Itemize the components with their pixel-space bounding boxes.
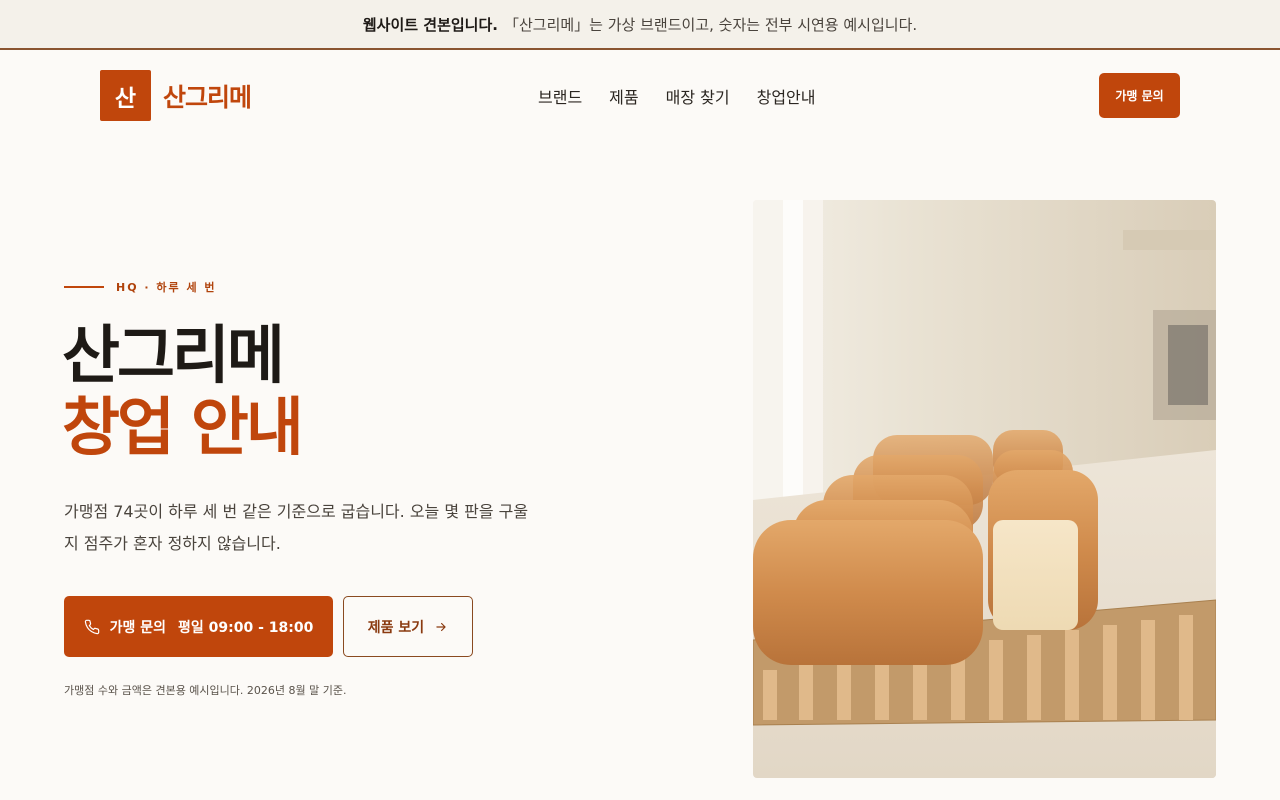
footnote: 가맹점 수와 금액은 견본용 예시입니다. 2026년 8월 말 기준. <box>64 684 347 697</box>
business-hours: 평일 09:00 - 18:00 <box>178 619 314 636</box>
franchise-inquiry-button[interactable]: 가맹 문의 <box>1099 73 1180 118</box>
site-header: 산 산그리메 브랜드 제품 매장 찾기 창업안내 가맹 문의 <box>0 52 1280 138</box>
notice-bold: 웹사이트 견본입니다. <box>362 15 498 34</box>
eyebrow-line <box>64 286 104 288</box>
logo[interactable]: 산 산그리메 <box>100 70 252 121</box>
nav-item-brand[interactable]: 브랜드 <box>538 84 582 108</box>
hero-description: 가맹점 74곳이 하루 세 번 같은 기준으로 굽습니다. 오늘 몇 판을 구울… <box>64 502 529 553</box>
arrow-right-icon <box>436 622 446 631</box>
nav-item-products[interactable]: 제품 <box>609 84 638 108</box>
notice-bar: 웹사이트 견본입니다. 「산그리메」는 가상 브랜드이고, 숫자는 전부 시연용… <box>0 0 1280 50</box>
view-products-button[interactable]: 제품 보기 <box>343 596 473 657</box>
notice-text: 「산그리메」는 가상 브랜드이고, 숫자는 전부 시연용 예시입니다. <box>503 15 918 34</box>
hero-title: 산그리메 창업 안내 <box>62 319 304 464</box>
hero-title-line1: 산그리메 <box>62 319 285 392</box>
eyebrow: HQ · 하루 세 번 <box>64 279 217 295</box>
main-nav: 브랜드 제품 매장 찾기 창업안내 <box>538 84 842 108</box>
eyebrow-text: HQ · 하루 세 번 <box>116 281 217 294</box>
hero-title-line2: 창업 안내 <box>62 391 304 464</box>
call-inquiry-button[interactable]: 가맹 문의 평일 09:00 - 18:00 <box>64 596 333 657</box>
bread-loaves-photo <box>753 200 1216 778</box>
logo-text: 산그리메 <box>163 82 252 112</box>
logo-mark: 산 <box>100 70 151 121</box>
view-products-label: 제품 보기 <box>367 619 425 636</box>
call-inquiry-label: 가맹 문의 <box>109 619 167 636</box>
nav-item-store-finder[interactable]: 매장 찾기 <box>666 84 730 108</box>
phone-icon <box>84 619 99 634</box>
nav-item-franchise[interactable]: 창업안내 <box>757 84 816 108</box>
